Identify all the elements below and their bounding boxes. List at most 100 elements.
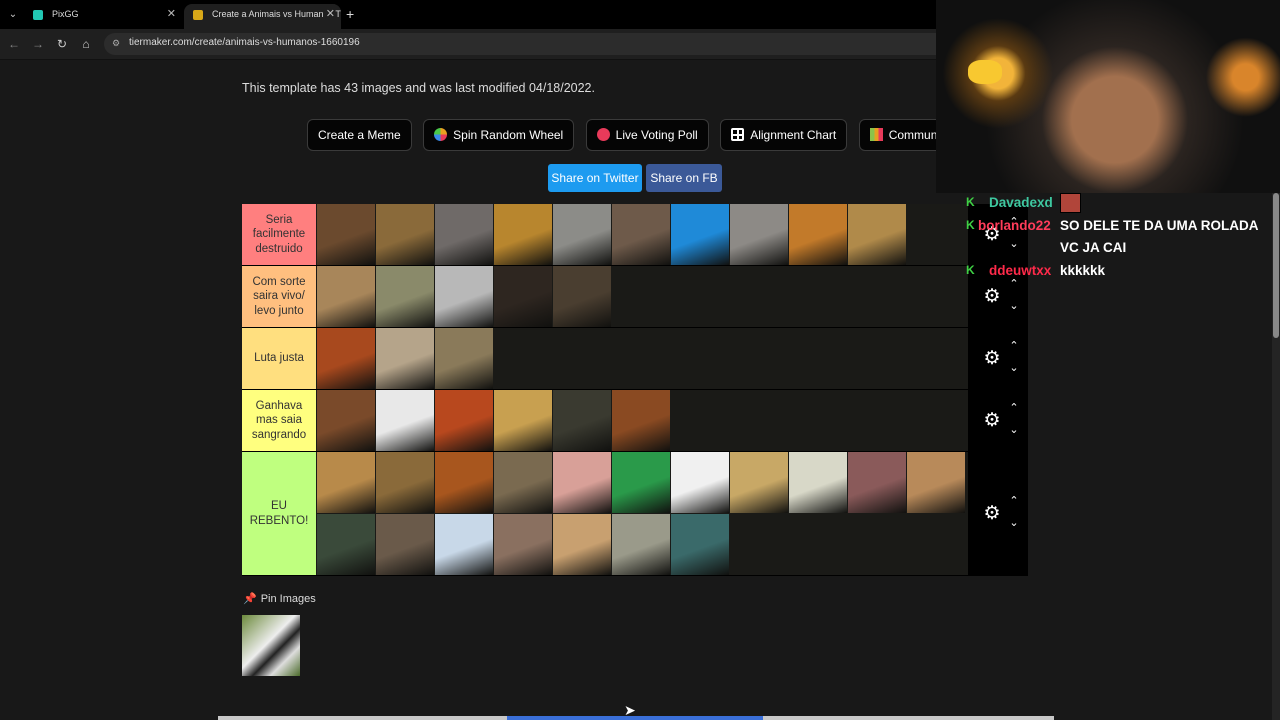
action-button-row: Create a Meme Spin Random Wheel Live Vot… xyxy=(307,119,957,151)
animal-image[interactable] xyxy=(494,452,552,513)
animal-image[interactable] xyxy=(494,204,552,265)
tier-items xyxy=(317,204,968,265)
animal-image[interactable] xyxy=(317,514,375,575)
tier-row: Luta justa ⚙ ⌃ ⌄ xyxy=(242,328,1028,390)
panda-image[interactable] xyxy=(242,615,300,676)
animal-image[interactable] xyxy=(435,390,493,451)
animal-image[interactable] xyxy=(435,204,493,265)
animal-image[interactable] xyxy=(907,452,965,513)
animal-image[interactable] xyxy=(494,514,552,575)
tier-label[interactable]: Luta justa xyxy=(242,328,316,389)
animal-image[interactable] xyxy=(612,514,670,575)
tier-label[interactable]: Ganhava mas saia sangrando xyxy=(242,390,316,451)
close-tab-icon[interactable]: ✕ xyxy=(167,4,176,25)
chat-text: kkkkkk xyxy=(1060,263,1106,278)
scrollbar-thumb[interactable] xyxy=(1273,193,1279,338)
site-info-icon[interactable]: ⚙ xyxy=(112,38,122,48)
back-icon[interactable]: ← xyxy=(6,36,22,52)
move-tier-down-chevron-icon[interactable]: ⌄ xyxy=(1006,362,1022,374)
animal-image[interactable] xyxy=(494,390,552,451)
spin-random-wheel-button[interactable]: Spin Random Wheel xyxy=(423,119,575,151)
animal-image[interactable] xyxy=(553,204,611,265)
tab-search-icon[interactable]: ⌄ xyxy=(4,6,22,24)
animal-image[interactable] xyxy=(789,204,847,265)
animal-image[interactable] xyxy=(376,452,434,513)
animal-image[interactable] xyxy=(671,514,729,575)
url-field[interactable]: ⚙ tiermaker.com/create/animais-vs-humano… xyxy=(104,33,964,55)
wheel-icon xyxy=(434,128,448,141)
animal-image[interactable] xyxy=(376,204,434,265)
mosaic-icon xyxy=(869,128,883,141)
tier-settings-gear-icon[interactable]: ⚙ xyxy=(982,411,1002,431)
kick-badge-icon: K xyxy=(966,195,975,209)
animal-image[interactable] xyxy=(317,328,375,389)
tab-title: PixGG xyxy=(52,9,79,19)
animal-image[interactable] xyxy=(317,390,375,451)
webcam-overlay xyxy=(936,0,1280,193)
stream-chat: K Davadexd K borlando22 SO DELE TE DA UM… xyxy=(966,190,1272,310)
animal-image[interactable] xyxy=(435,452,493,513)
animal-image[interactable] xyxy=(789,452,847,513)
chat-username: ddeuwtxx xyxy=(989,263,1052,278)
animal-image[interactable] xyxy=(317,204,375,265)
animal-image[interactable] xyxy=(317,452,375,513)
animal-image[interactable] xyxy=(553,452,611,513)
move-tier-up-chevron-icon[interactable]: ⌃ xyxy=(1006,402,1022,414)
poll-dot-icon xyxy=(596,128,610,141)
animal-image[interactable] xyxy=(376,390,434,451)
tab-tiermaker[interactable]: Create a Animais vs Humanos T ✕ xyxy=(184,4,341,29)
move-tier-up-chevron-icon[interactable]: ⌃ xyxy=(1006,495,1022,507)
home-icon[interactable]: ⌂ xyxy=(78,36,94,52)
tier-label[interactable]: Seria facilmente destruido xyxy=(242,204,316,265)
animal-image[interactable] xyxy=(671,204,729,265)
live-voting-poll-button[interactable]: Live Voting Poll xyxy=(585,119,709,151)
animal-image[interactable] xyxy=(730,452,788,513)
reload-icon[interactable]: ↻ xyxy=(54,36,70,52)
tier-settings-gear-icon[interactable]: ⚙ xyxy=(982,349,1002,369)
animal-image[interactable] xyxy=(612,390,670,451)
template-info: This template has 43 images and was last… xyxy=(242,81,595,95)
mouse-cursor-icon: ➤ xyxy=(624,702,636,718)
tier-row: Ganhava mas saia sangrando ⚙ ⌃ ⌄ xyxy=(242,390,1028,452)
tab-pixgg[interactable]: PixGG ✕ xyxy=(24,4,182,29)
animal-image[interactable] xyxy=(848,204,906,265)
animal-image[interactable] xyxy=(376,328,434,389)
close-tab-icon[interactable]: ✕ xyxy=(322,4,335,25)
tier-items xyxy=(317,266,968,327)
share-twitter-button[interactable]: Share on Twitter xyxy=(548,164,642,192)
tier-label[interactable]: Com sorte saira vivo/ levo junto xyxy=(242,266,316,327)
new-tab-icon[interactable]: + xyxy=(346,6,354,22)
animal-image[interactable] xyxy=(553,266,611,327)
animal-image[interactable] xyxy=(376,266,434,327)
tier-controls: ⚙ ⌃ ⌄ xyxy=(968,452,1028,575)
animal-image[interactable] xyxy=(494,266,552,327)
animal-image[interactable] xyxy=(612,204,670,265)
animal-image[interactable] xyxy=(730,204,788,265)
animal-image[interactable] xyxy=(317,266,375,327)
move-tier-down-chevron-icon[interactable]: ⌄ xyxy=(1006,517,1022,529)
create-meme-button[interactable]: Create a Meme xyxy=(307,119,412,151)
animal-image[interactable] xyxy=(435,266,493,327)
animal-image[interactable] xyxy=(435,328,493,389)
animal-image[interactable] xyxy=(671,452,729,513)
tier-row: Com sorte saira vivo/ levo junto ⚙ ⌃ ⌄ xyxy=(242,266,1028,328)
chat-username: Davadexd xyxy=(989,195,1053,210)
vertical-scrollbar[interactable] xyxy=(1272,193,1280,720)
animal-image[interactable] xyxy=(848,452,906,513)
move-tier-down-chevron-icon[interactable]: ⌄ xyxy=(1006,424,1022,436)
share-fb-button[interactable]: Share on FB xyxy=(646,164,722,192)
chat-username: borlando22 xyxy=(978,218,1051,233)
chat-text: SO DELE TE DA UMA ROLADA VC JA CAI xyxy=(1060,218,1258,255)
url-text: tiermaker.com/create/animais-vs-humanos-… xyxy=(129,37,360,48)
horizontal-scrollbar[interactable] xyxy=(218,716,1054,720)
animal-image[interactable] xyxy=(553,514,611,575)
tier-label[interactable]: EU REBENTO! xyxy=(242,452,316,575)
alignment-chart-button[interactable]: Alignment Chart xyxy=(720,119,848,151)
move-tier-up-chevron-icon[interactable]: ⌃ xyxy=(1006,340,1022,352)
animal-image[interactable] xyxy=(612,452,670,513)
forward-icon[interactable]: → xyxy=(30,36,46,52)
animal-image[interactable] xyxy=(553,390,611,451)
tier-settings-gear-icon[interactable]: ⚙ xyxy=(982,504,1002,524)
animal-image[interactable] xyxy=(435,514,493,575)
animal-image[interactable] xyxy=(376,514,434,575)
